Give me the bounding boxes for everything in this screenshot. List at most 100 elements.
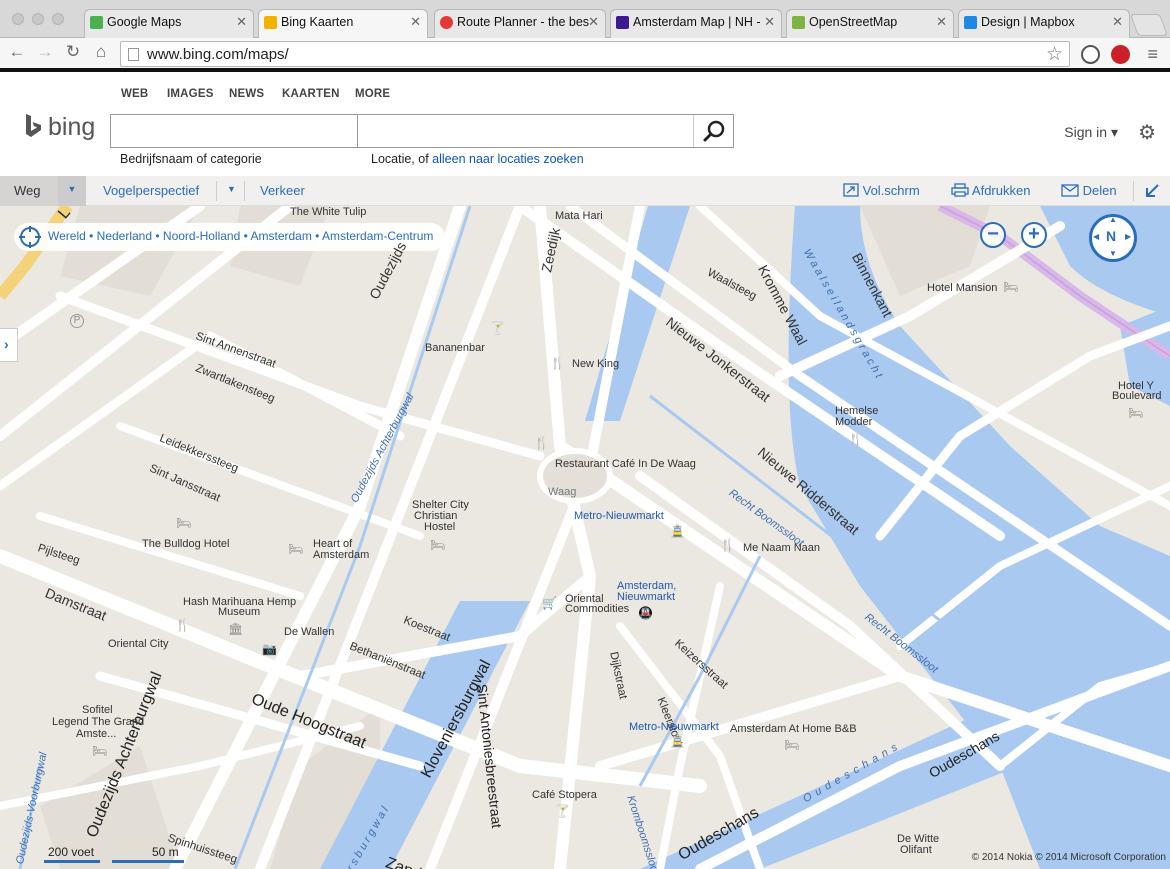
birdseye-button[interactable]: Vogelperspectief — [103, 183, 199, 198]
traffic-button[interactable]: Verkeer — [260, 183, 305, 198]
shopping-cart-icon[interactable]: 🛒 — [542, 596, 557, 610]
restaurant-icon[interactable]: 🍴 — [848, 432, 863, 446]
poi-label[interactable]: Olifant — [900, 844, 932, 856]
url-field[interactable]: www.bing.com/maps/ ☆ — [120, 41, 1070, 67]
share-button[interactable]: Delen — [1061, 183, 1117, 198]
poi-label[interactable]: Hotel Mansion — [927, 282, 997, 294]
hotel-icon[interactable]: 🛏 — [784, 738, 799, 752]
browser-tab[interactable]: Amsterdam Map | NH - ✕ — [610, 9, 782, 38]
poi-label[interactable]: Modder — [835, 416, 872, 428]
sign-in-link[interactable]: Sign in ▾ — [1064, 124, 1118, 141]
poi-label[interactable]: Mata Hari — [555, 210, 603, 222]
parking-icon[interactable]: P — [70, 314, 84, 328]
tab-close-icon[interactable]: ✕ — [588, 14, 599, 30]
print-button[interactable]: Afdrukken — [951, 183, 1030, 198]
extension-info-icon[interactable] — [1081, 45, 1100, 64]
collapse-panel-button[interactable] — [1143, 182, 1161, 203]
browser-tab-active[interactable]: Bing Kaarten ✕ — [258, 9, 428, 38]
gear-icon[interactable]: ⚙ — [1138, 120, 1156, 145]
scope-images[interactable]: IMAGES — [167, 88, 214, 100]
back-arrow-icon[interactable]: ← — [6, 42, 28, 62]
compass-left-arrow-icon[interactable]: ◀ — [1093, 232, 1099, 241]
browser-tab[interactable]: Google Maps ✕ — [84, 9, 254, 38]
poi-label[interactable]: Restaurant Café In De Waag — [555, 458, 696, 470]
window-close-dot[interactable] — [12, 13, 24, 25]
poi-label[interactable]: Amsterdam — [313, 549, 369, 561]
tab-close-icon[interactable]: ✕ — [1112, 14, 1123, 30]
restaurant-icon[interactable]: 🍴 — [720, 538, 735, 552]
restaurant-icon[interactable]: 🍴 — [534, 436, 549, 450]
scope-news[interactable]: NEWS — [229, 88, 264, 100]
locate-me-icon[interactable] — [18, 225, 42, 249]
hotel-icon[interactable]: 🛏 — [430, 538, 445, 552]
poi-label[interactable]: Amste... — [76, 728, 116, 740]
forward-arrow-icon[interactable]: → — [34, 42, 56, 62]
tab-close-icon[interactable]: ✕ — [764, 14, 775, 30]
poi-label[interactable]: The White Tulip — [290, 206, 366, 218]
poi-label[interactable]: Waag — [548, 486, 576, 498]
compass-up-arrow-icon[interactable]: ▲ — [1109, 215, 1117, 224]
hotel-icon[interactable]: 🛏 — [176, 516, 191, 530]
business-search-input[interactable] — [110, 114, 358, 148]
hotel-icon[interactable]: 🛏 — [1003, 280, 1018, 294]
poi-label[interactable]: Commodities — [565, 603, 629, 615]
locations-only-link[interactable]: alleen naar locaties zoeken — [432, 152, 584, 166]
metro-station-label[interactable]: Metro-Nieuwmarkt — [574, 510, 664, 522]
scope-maps[interactable]: KAARTEN — [282, 88, 340, 100]
hotel-icon[interactable]: 🛏 — [92, 744, 107, 758]
browser-tab[interactable]: Route Planner - the bes ✕ — [434, 9, 606, 38]
window-zoom-dot[interactable] — [52, 13, 64, 25]
camera-icon[interactable]: 📷 — [262, 642, 277, 656]
poi-label[interactable]: Me Naam Naan — [743, 542, 820, 554]
hotel-icon[interactable]: 🛏 — [1128, 406, 1143, 420]
location-breadcrumb[interactable]: Wereld • Nederland • Noord-Holland • Ams… — [14, 223, 446, 251]
metro-icon[interactable]: 🚇 — [638, 606, 653, 620]
reload-icon[interactable]: ↻ — [62, 42, 84, 62]
bar-icon[interactable]: 🍸 — [490, 321, 505, 335]
poi-label[interactable]: Sofitel — [82, 704, 113, 716]
poi-label[interactable]: Hostel — [424, 521, 455, 533]
poi-label[interactable]: Café Stopera — [532, 789, 597, 801]
map-canvas[interactable]: Wereld • Nederland • Noord-Holland • Ams… — [0, 206, 1170, 869]
compass-right-arrow-icon[interactable]: ▶ — [1125, 232, 1131, 241]
poi-label[interactable]: The Bulldog Hotel — [142, 538, 229, 550]
new-tab-button[interactable] — [1129, 14, 1169, 36]
home-icon[interactable]: ⌂ — [90, 42, 112, 62]
compass-control[interactable]: N ▲ ▼ ◀ ▶ — [1089, 214, 1137, 262]
poi-label[interactable]: New King — [572, 358, 619, 370]
bing-logo[interactable]: bing — [24, 113, 95, 143]
expand-side-panel-button[interactable]: › — [0, 328, 18, 362]
poi-label[interactable]: Boulevard — [1112, 390, 1162, 402]
zoom-out-button[interactable]: − — [980, 222, 1006, 248]
pinterest-icon[interactable] — [1111, 45, 1130, 64]
poi-label[interactable]: Amsterdam At Home B&B — [730, 723, 857, 735]
location-search-input[interactable] — [357, 114, 734, 148]
browser-tab[interactable]: OpenStreetMap ✕ — [786, 9, 954, 38]
scope-more[interactable]: MORE — [355, 88, 390, 100]
metro-icon[interactable]: 🚊 — [670, 734, 685, 748]
fullscreen-button[interactable]: Vol.schrm — [843, 183, 920, 198]
bar-icon[interactable]: 🍸 — [555, 804, 570, 818]
poi-label[interactable]: De Wallen — [284, 626, 334, 638]
tab-close-icon[interactable]: ✕ — [236, 14, 247, 30]
tab-close-icon[interactable]: ✕ — [936, 14, 947, 30]
browser-tab[interactable]: Design | Mapbox ✕ — [958, 9, 1130, 38]
chrome-menu-icon[interactable]: ≡ — [1147, 44, 1158, 65]
museum-icon[interactable]: 🏛 — [228, 622, 243, 636]
birdseye-dropdown-icon[interactable]: ▼ — [227, 184, 236, 194]
tab-close-icon[interactable]: ✕ — [410, 14, 421, 30]
restaurant-icon[interactable]: 🍴 — [550, 356, 565, 370]
bookmark-star-icon[interactable]: ☆ — [1046, 43, 1063, 66]
search-button[interactable] — [693, 115, 733, 147]
poi-label[interactable]: Bananenbar — [425, 342, 485, 354]
poi-label[interactable]: Museum — [218, 606, 260, 618]
metro-icon[interactable]: 🚊 — [670, 524, 685, 538]
station-label[interactable]: Nieuwmarkt — [617, 591, 675, 603]
poi-label[interactable]: Legend The Grand — [52, 716, 144, 728]
zoom-in-button[interactable]: + — [1021, 222, 1047, 248]
poi-label[interactable]: Oriental City — [108, 638, 169, 650]
scope-web[interactable]: WEB — [121, 88, 148, 100]
restaurant-icon[interactable]: 🍴 — [175, 618, 190, 632]
metro-station-label[interactable]: Metro-Nieuwmarkt — [629, 721, 719, 733]
window-minimize-dot[interactable] — [32, 13, 44, 25]
